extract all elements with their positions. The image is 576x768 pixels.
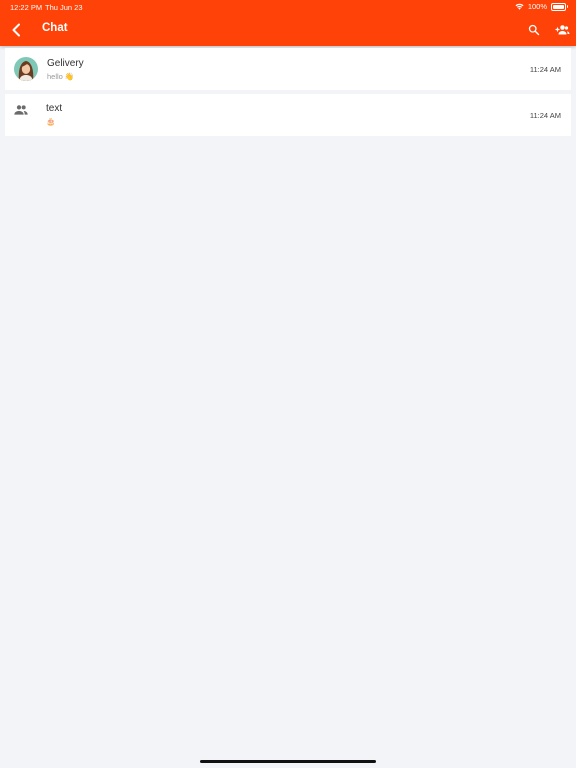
status-date: Thu Jun 23 (45, 3, 83, 12)
nav-bar: Chat (0, 18, 576, 42)
chat-name: text (46, 103, 63, 114)
search-button[interactable] (525, 20, 543, 40)
status-bar: 12:22 PM Thu Jun 23 100% (0, 0, 576, 14)
chat-time: 11:24 AM (529, 111, 561, 120)
chat-name: Gelivery (47, 58, 84, 69)
chevron-left-icon (12, 23, 20, 37)
chat-time: 11:24 AM (529, 65, 561, 74)
add-person-icon (555, 25, 570, 35)
battery-percent: 100% (527, 2, 547, 11)
chat-preview: 🎂 (46, 117, 56, 126)
chat-list: Gelivery hello 👋 11:24 AM text 🎂 11:24 A… (5, 48, 571, 140)
page-title: Chat (42, 22, 68, 34)
group-icon (14, 105, 28, 115)
chat-item-gelivery[interactable]: Gelivery hello 👋 11:24 AM (5, 48, 571, 90)
chat-preview: hello 👋 (47, 72, 75, 81)
battery-icon (551, 2, 568, 11)
status-time: 12:22 PM (10, 3, 43, 12)
back-button[interactable] (6, 20, 26, 40)
chat-item-text[interactable]: text 🎂 11:24 AM (5, 94, 571, 136)
app-header: 12:22 PM Thu Jun 23 100% Chat (0, 0, 576, 46)
search-icon (528, 24, 540, 36)
avatar (14, 57, 38, 81)
wifi-icon (515, 3, 524, 10)
add-contact-button[interactable] (552, 20, 572, 40)
status-indicators: 100% (515, 2, 568, 11)
home-indicator (200, 760, 376, 763)
